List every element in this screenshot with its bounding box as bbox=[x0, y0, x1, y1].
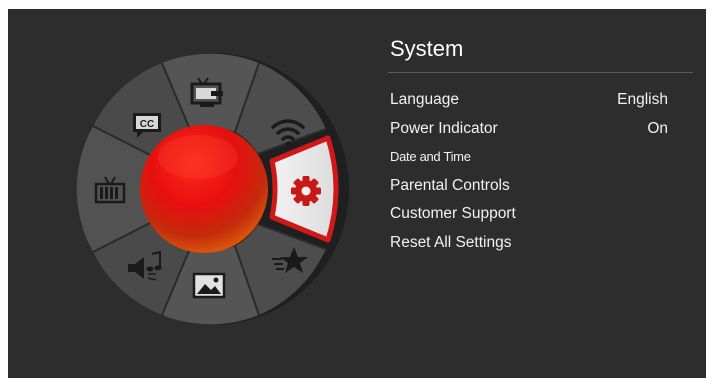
gear-icon bbox=[291, 176, 321, 206]
menu-item-label: Date and Time bbox=[390, 149, 471, 164]
menu-item-label: Reset All Settings bbox=[390, 233, 512, 251]
menu-item-label: Customer Support bbox=[390, 205, 516, 222]
svg-text:CC: CC bbox=[140, 119, 154, 130]
menu-wheel: CC bbox=[76, 53, 349, 325]
menu-item-reset-settings[interactable]: Reset All Settings bbox=[390, 232, 668, 261]
menu-item-label: Power Indicator bbox=[390, 119, 498, 137]
picture-icon bbox=[192, 272, 226, 299]
menu-item-date-time[interactable]: Date and Time bbox=[390, 146, 668, 175]
menu-item-language[interactable]: Language English bbox=[390, 89, 668, 118]
menu-item-parental-controls[interactable]: Parental Controls bbox=[390, 175, 668, 204]
menu-item-label: Parental Controls bbox=[390, 176, 510, 194]
panel-divider bbox=[388, 72, 693, 73]
menu-item-value: On bbox=[647, 119, 668, 137]
tv-screen: CC System Language English Power Indicat… bbox=[8, 9, 706, 378]
menu-item-value: English bbox=[617, 91, 668, 108]
settings-menu: Language English Power Indicator On Date… bbox=[390, 89, 668, 260]
menu-item-customer-support[interactable]: Customer Support bbox=[390, 203, 668, 232]
panel-title: System bbox=[390, 36, 464, 61]
menu-item-power-indicator[interactable]: Power Indicator On bbox=[390, 118, 668, 147]
menu-item-label: Language bbox=[390, 91, 459, 108]
